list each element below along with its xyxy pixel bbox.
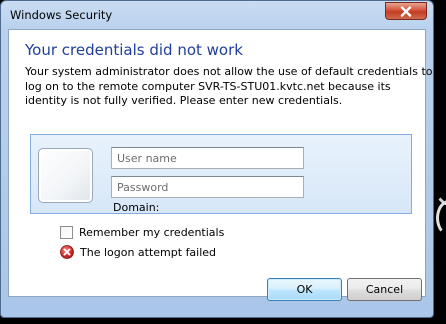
dialog-footer: OK Cancel <box>8 269 426 311</box>
message-line: identity is not fully verified. Please e… <box>25 94 343 107</box>
background-swirl <box>436 200 446 236</box>
remember-credentials[interactable]: Remember my credentials <box>60 226 224 239</box>
title-bar[interactable]: Windows Security <box>1 1 433 29</box>
background-swirl <box>432 150 446 206</box>
logon-error: The logon attempt failed <box>60 245 216 259</box>
message-line: log on to the remote computer SVR-TS-STU… <box>25 79 391 93</box>
domain-label: Domain: <box>113 201 160 214</box>
ok-button[interactable]: OK <box>267 278 342 301</box>
error-message: The logon attempt failed <box>80 245 217 259</box>
windows-security-dialog: Windows Security Your credentials did no… <box>0 0 434 318</box>
error-icon <box>60 245 74 259</box>
close-icon <box>400 5 412 17</box>
cancel-button[interactable]: Cancel <box>347 278 422 301</box>
dialog-content: Your credentials did not work Your syste… <box>8 29 433 297</box>
remember-label[interactable]: Remember my credentials <box>79 226 224 239</box>
close-button[interactable] <box>385 2 427 20</box>
remember-checkbox[interactable] <box>60 226 73 239</box>
password-field[interactable] <box>111 176 304 198</box>
window-title: Windows Security <box>10 8 113 22</box>
username-field[interactable] <box>111 147 304 169</box>
credential-tile-panel: Domain: <box>30 134 412 214</box>
message-line: Your system administrator does not allow… <box>25 65 433 78</box>
dialog-message: Your system administrator does not allow… <box>25 65 433 109</box>
user-tile-icon <box>38 148 93 203</box>
dialog-heading: Your credentials did not work <box>25 41 243 59</box>
